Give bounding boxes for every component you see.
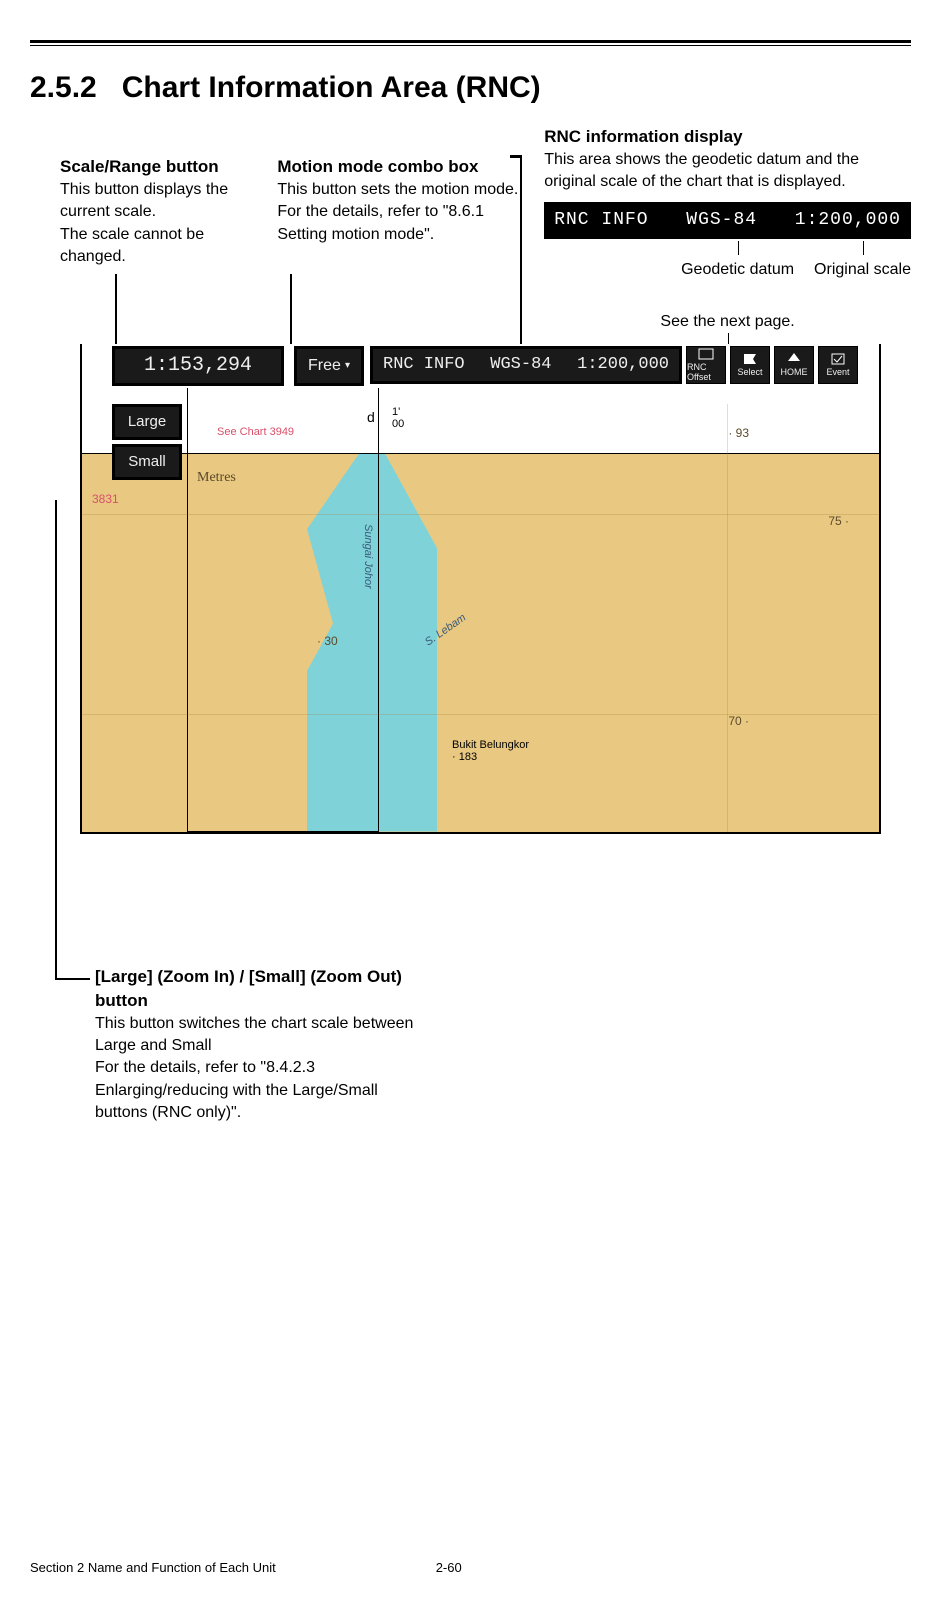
depth-sounding: 75 · bbox=[828, 514, 849, 528]
home-button[interactable]: HOME bbox=[774, 346, 814, 384]
rnc-datum: WGS-84 bbox=[490, 355, 551, 374]
icon-button-label: RNC Offset bbox=[687, 362, 725, 382]
chart-screenshot: 1:153,294 Free RNC INFO WGS-84 1:200,000… bbox=[80, 344, 881, 834]
chart-number-label: 3831 bbox=[92, 492, 119, 506]
callout-label: RNC information display bbox=[544, 125, 911, 149]
zoom-small-button[interactable]: Small bbox=[112, 444, 182, 480]
rnc-sample-prefix: RNC INFO bbox=[554, 208, 648, 233]
checkbox-icon bbox=[830, 352, 846, 366]
see-chart-label: See Chart 3949 bbox=[217, 426, 294, 438]
callout-zoom: [Large] (Zoom In) / [Small] (Zoom Out) b… bbox=[95, 965, 425, 1125]
event-button[interactable]: Event bbox=[818, 346, 858, 384]
label-original-scale: Original scale bbox=[814, 259, 911, 281]
rnc-sample-datum: WGS-84 bbox=[686, 208, 757, 233]
leader-line bbox=[55, 978, 90, 980]
rnc-sample-scale: 1:200,000 bbox=[795, 208, 901, 233]
callout-body: This button switches the chart scale bet… bbox=[95, 1013, 425, 1125]
depth-sounding: · 93 bbox=[728, 426, 749, 440]
footer-section: Section 2 Name and Function of Each Unit bbox=[30, 1560, 276, 1575]
callout-label: Motion mode combo box bbox=[277, 155, 520, 179]
label-geodetic-datum: Geodetic datum bbox=[681, 259, 794, 281]
icon-button-label: Event bbox=[826, 367, 849, 377]
rnc-sample-display: RNC INFO WGS-84 1:200,000 bbox=[544, 202, 911, 239]
flag-icon bbox=[742, 352, 758, 366]
callout-row-top: Scale/Range button This button displays … bbox=[30, 155, 911, 334]
document-page: 2.5.2 Chart Information Area (RNC) Scale… bbox=[0, 0, 941, 1615]
icon-button-label: Select bbox=[737, 367, 762, 377]
header-rule-thick bbox=[30, 40, 911, 43]
callout-rnc: RNC information display This area shows … bbox=[544, 125, 911, 334]
section-heading: 2.5.2 Chart Information Area (RNC) bbox=[30, 71, 911, 105]
rnc-scale: 1:200,000 bbox=[577, 355, 669, 374]
rnc-sublabels: Geodetic datum Original scale bbox=[544, 259, 911, 281]
ship-icon bbox=[786, 352, 802, 366]
page-footer: Section 2 Name and Function of Each Unit… bbox=[30, 1560, 911, 1575]
scale-range-button[interactable]: 1:153,294 bbox=[112, 346, 284, 386]
zoom-large-button[interactable]: Large bbox=[112, 404, 182, 440]
leader-line bbox=[55, 500, 57, 980]
callout-motion: Motion mode combo box This button sets t… bbox=[277, 155, 520, 246]
depth-sounding: 70 · bbox=[728, 714, 749, 728]
callout-scale: Scale/Range button This button displays … bbox=[60, 155, 253, 268]
see-next-page-note: See the next page. bbox=[544, 311, 911, 333]
leader-line bbox=[510, 155, 522, 158]
gridline bbox=[82, 514, 879, 515]
chart-icon bbox=[698, 347, 714, 361]
gridline bbox=[82, 714, 879, 715]
place-label: Bukit Belungkor · 183 bbox=[452, 739, 529, 763]
callout-body: This area shows the geodetic datum and t… bbox=[544, 149, 911, 194]
icon-button-label: HOME bbox=[781, 367, 808, 377]
callout-label: [Large] (Zoom In) / [Small] (Zoom Out) b… bbox=[95, 965, 425, 1013]
section-number: 2.5.2 bbox=[30, 71, 97, 104]
rnc-info-display: RNC INFO WGS-84 1:200,000 bbox=[370, 346, 682, 384]
select-button[interactable]: Select bbox=[730, 346, 770, 384]
chart-top-inset bbox=[187, 388, 379, 832]
rnc-prefix: RNC INFO bbox=[383, 355, 465, 374]
motion-mode-combo[interactable]: Free bbox=[294, 346, 364, 386]
callout-body: This button sets the motion mode. For th… bbox=[277, 179, 520, 246]
map-units-label: Metres bbox=[197, 470, 236, 486]
depth-sounding: · 30 bbox=[317, 634, 338, 648]
gridline bbox=[727, 404, 728, 832]
section-title-text: Chart Information Area (RNC) bbox=[122, 71, 541, 104]
callout-body: This button displays the current scale. … bbox=[60, 179, 253, 269]
callout-label: Scale/Range button bbox=[60, 155, 253, 179]
latitude-tick: 1' 00 bbox=[392, 406, 404, 430]
river-label: Sungai Johor bbox=[362, 524, 374, 589]
footer-page: 2-60 bbox=[436, 1560, 462, 1575]
map-d-label: d bbox=[367, 409, 375, 425]
header-rule-thin bbox=[30, 45, 911, 46]
rnc-offset-button[interactable]: RNC Offset bbox=[686, 346, 726, 384]
